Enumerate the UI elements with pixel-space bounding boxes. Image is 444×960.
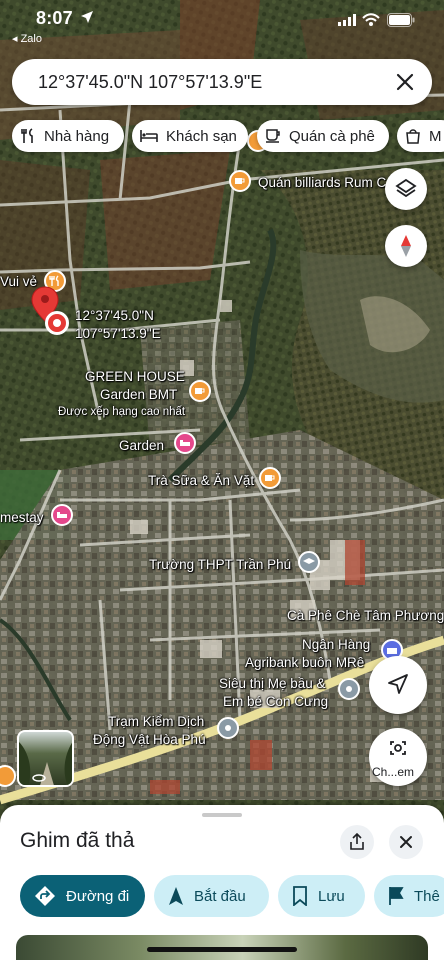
back-to-zalo[interactable]: ◂ Zalo <box>12 32 42 45</box>
poi-label-greenhouse-2[interactable]: Garden BMT <box>100 386 177 403</box>
compass-button[interactable] <box>385 225 427 267</box>
sheet-drag-handle[interactable] <box>202 813 242 817</box>
poi-label-tra-sua[interactable]: Trà Sữa & Ăn Vặt <box>148 472 254 489</box>
action-buttons: Đường đi Bắt đầu Lưu Thê <box>20 875 444 917</box>
directions-button[interactable]: Đường đi <box>20 875 145 917</box>
shopping-bag-icon <box>406 129 420 144</box>
lens-button[interactable]: Ch...em <box>369 728 427 786</box>
chip-coffee[interactable]: Quán cà phê <box>257 120 389 152</box>
bookmark-icon <box>293 886 307 906</box>
wifi-icon <box>362 13 380 26</box>
poi-label-greenhouse-note: Được xếp hạng cao nhất <box>58 406 186 418</box>
poi-label-bank-1[interactable]: Ngân Hàng <box>302 636 370 653</box>
school-poi-icon[interactable] <box>298 551 320 573</box>
poi-label-bank-2[interactable]: Agribank buôn MRê <box>245 654 364 671</box>
close-icon <box>400 836 412 848</box>
hotel-icon <box>140 130 158 142</box>
chip-label: Quán cà phê <box>289 127 375 145</box>
poi-label-school[interactable]: Trường THPT Trần Phú <box>149 556 291 573</box>
chip-hotels[interactable]: Khách sạn <box>132 120 248 152</box>
status-time: 8:07 <box>36 8 73 28</box>
coffee-poi-icon[interactable] <box>229 170 251 192</box>
status-bar: 8:07 ◂ Zalo <box>0 0 444 50</box>
dropped-pin-marker[interactable] <box>45 311 69 335</box>
chip-restaurants[interactable]: Nhà hàng <box>12 120 124 152</box>
dropped-pin-lat: 12°37'45.0"N <box>75 308 154 323</box>
cellular-signal-icon <box>338 14 356 26</box>
lens-label: Ch...em <box>372 765 415 779</box>
start-label: Bắt đầu <box>194 887 246 905</box>
chip-shopping[interactable]: M <box>397 120 444 152</box>
share-icon <box>350 833 364 850</box>
start-button[interactable]: Bắt đầu <box>154 875 269 917</box>
chip-label: Khách sạn <box>166 127 237 145</box>
save-button[interactable]: Lưu <box>278 875 365 917</box>
camera-lens-icon <box>390 741 406 755</box>
coffee-poi-icon[interactable] <box>189 380 211 402</box>
sheet-title: Ghim đã thả <box>20 829 135 852</box>
poi-label-supermarket-1[interactable]: Siêu thị Mẹ bầu & <box>219 675 326 692</box>
government-poi-icon[interactable] <box>217 717 239 739</box>
search-query[interactable]: 12°37'45.0"N 107°57'13.9"E <box>38 72 262 93</box>
home-indicator[interactable] <box>147 947 297 952</box>
my-location-button[interactable] <box>369 656 427 714</box>
compass-icon <box>401 235 411 257</box>
poi-label-tram-2[interactable]: Động Vật Hòa Phú <box>93 731 206 748</box>
restaurant-icon <box>21 128 33 143</box>
navigation-arrow-icon <box>388 674 408 694</box>
close-icon[interactable] <box>394 71 416 93</box>
poi-label-ca-phe-che[interactable]: Cà Phê Chè Tâm Phương <box>287 607 444 624</box>
search-bar[interactable]: 12°37'45.0"N 107°57'13.9"E <box>12 59 432 105</box>
flag-icon <box>389 887 404 905</box>
sheet-close-button[interactable] <box>389 825 423 859</box>
chip-label: M <box>429 127 442 145</box>
save-label: Lưu <box>318 887 345 905</box>
label-label: Thê <box>414 887 440 905</box>
hotel-poi-icon[interactable] <box>174 432 196 454</box>
poi-label-garden[interactable]: Garden <box>119 437 164 454</box>
label-button[interactable]: Thê <box>374 875 444 917</box>
shop-poi-icon[interactable] <box>338 678 360 700</box>
place-bottom-sheet[interactable]: Ghim đã thả Đường đi Bắt đầu Lưu Thê <box>0 805 444 960</box>
poi-label-billiards[interactable]: Quán billiards Rum C <box>258 174 386 191</box>
layers-icon <box>395 178 417 198</box>
hotel-poi-icon[interactable] <box>51 504 73 526</box>
street-view-thumbnail[interactable] <box>17 730 74 787</box>
directions-label: Đường đi <box>66 887 130 905</box>
share-button[interactable] <box>340 825 374 859</box>
poi-label-tram-1[interactable]: Trạm Kiểm Dịch <box>108 713 204 730</box>
directions-icon <box>35 886 55 906</box>
chip-label: Nhà hàng <box>44 127 110 145</box>
poi-label-homestay[interactable]: mestay <box>0 509 44 526</box>
battery-icon <box>387 13 415 27</box>
street-view-image <box>19 742 72 785</box>
layers-button[interactable] <box>385 168 427 210</box>
coffee-poi-icon[interactable] <box>259 467 281 489</box>
poi-label-supermarket-2[interactable]: Em bé Con Cưng <box>223 693 328 710</box>
category-chips: Nhà hàng Khách sạn Quán cà phê M <box>12 120 444 154</box>
coffee-icon <box>266 129 280 143</box>
navigation-arrow-icon <box>169 887 183 905</box>
poi-label-greenhouse-1[interactable]: GREEN HOUSE <box>85 368 185 385</box>
location-arrow-icon <box>81 11 93 23</box>
dropped-pin-lng: 107°57'13.9"E <box>75 326 161 341</box>
